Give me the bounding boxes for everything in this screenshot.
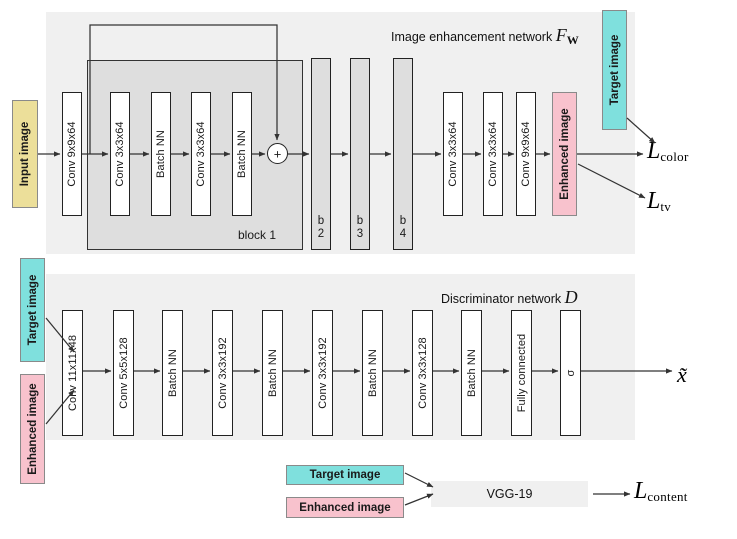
enhancement-network-title-text: Image enhancement network [391,30,553,44]
enh-tail-layer-conv3x3x64-a-label: Conv 3x3x64 [447,121,459,187]
disc-layer-batchnn-1: Batch NN [162,310,183,436]
vgg19-box: VGG-19 [431,481,588,507]
disc-layer-conv5x5x128: Conv 5x5x128 [113,310,134,436]
enh-res-layer-conv3x3x64-a-label: Conv 3x3x64 [114,121,126,187]
disc-layer-conv3x3x192-a: Conv 3x3x192 [212,310,233,436]
residual-block-3-label: b 3 [356,215,364,240]
disc-layer-batchnn-2-label: Batch NN [266,349,279,397]
residual-sum-node: + [267,143,288,164]
enh-layer-conv9x9x64-head-label: Conv 9x9x64 [66,121,78,187]
residual-block-1-label: block 1 [238,228,277,242]
enh-layer-conv9x9x64-head: Conv 9x9x64 [62,92,82,216]
disc-layer-fully-connected-label: Fully connected [515,333,528,413]
enh-res-layer-batchnn-a-label: Batch NN [155,130,167,178]
enhanced-image-chip-generator-label: Enhanced image [558,108,571,200]
enh-tail-layer-conv3x3x64-b-label: Conv 3x3x64 [487,121,499,187]
input-image-chip-label: Input image [19,121,31,187]
disc-layer-batchnn-3-label: Batch NN [366,349,379,397]
disc-layer-batchnn-3: Batch NN [362,310,383,436]
enhanced-image-chip-content: Enhanced image [286,497,404,518]
loss-content-symbol: L [634,478,648,504]
disc-layer-sigmoid: σ [560,310,581,436]
loss-tv: Ltv [647,188,671,215]
discriminator-network-title: Discriminator network D [441,287,578,308]
input-image-chip: Input image [12,100,38,208]
disc-layer-conv11x11x48: Conv 11x11x48 [62,310,83,436]
loss-tv-symbol: L [647,188,661,214]
enhancement-network-title-symbol-sub: W [566,33,579,47]
residual-block-4-label: b 4 [399,215,407,240]
discriminator-output-symbol: x̃ [677,362,687,387]
target-image-chip-discriminator-label: Target image [26,274,39,346]
enh-tail-layer-conv9x9x64: Conv 9x9x64 [516,92,536,216]
loss-color-subscript: color [660,149,689,164]
target-image-chip-color-loss: Target image [602,10,627,130]
enh-res-layer-batchnn-a: Batch NN [151,92,171,216]
enh-res-layer-conv3x3x64-b-label: Conv 3x3x64 [195,121,207,187]
enh-res-layer-batchnn-b: Batch NN [232,92,252,216]
enh-res-layer-conv3x3x64-a: Conv 3x3x64 [110,92,130,216]
loss-content-subscript: content [647,489,688,504]
disc-layer-batchnn-2: Batch NN [262,310,283,436]
enhanced-image-chip-generator: Enhanced image [552,92,577,216]
residual-block-2-label: b 2 [317,215,325,240]
target-image-chip-discriminator: Target image [20,258,45,362]
enhancement-network-title: Image enhancement network FW [391,25,579,48]
disc-layer-conv11x11x48-label: Conv 11x11x48 [66,334,79,412]
loss-color-symbol: L [647,138,661,164]
disc-layer-batchnn-4: Batch NN [461,310,482,436]
figure-canvas: Image enhancement network FW block 1 Inp… [0,0,737,539]
disc-layer-conv5x5x128-label: Conv 5x5x128 [117,337,130,409]
loss-content: Lcontent [634,478,688,505]
enh-tail-layer-conv3x3x64-b: Conv 3x3x64 [483,92,503,216]
vgg19-label: VGG-19 [486,487,533,501]
residual-sum-node-sign: + [273,146,282,161]
disc-layer-batchnn-1-label: Batch NN [166,349,179,397]
enhanced-image-chip-content-label: Enhanced image [299,501,391,514]
disc-layer-conv3x3x192-b-label: Conv 3x3x192 [316,337,329,409]
disc-layer-conv3x3x128: Conv 3x3x128 [412,310,433,436]
enhancement-network-title-symbol: F [555,25,567,45]
discriminator-network-title-text: Discriminator network [441,292,562,306]
discriminator-network-title-symbol: D [564,287,578,307]
target-image-chip-color-loss-label: Target image [608,34,621,106]
enh-tail-layer-conv3x3x64-a: Conv 3x3x64 [443,92,463,216]
loss-color: Lcolor [647,138,689,165]
enh-tail-layer-conv9x9x64-label: Conv 9x9x64 [520,121,532,187]
enhanced-image-chip-discriminator: Enhanced image [20,374,45,484]
disc-layer-batchnn-4-label: Batch NN [465,349,478,397]
residual-block-2: b 2 [311,58,331,250]
target-image-chip-content-label: Target image [309,469,381,481]
disc-layer-conv3x3x128-label: Conv 3x3x128 [416,337,429,409]
target-image-chip-content: Target image [286,465,404,485]
loss-tv-subscript: tv [660,199,672,214]
enh-res-layer-conv3x3x64-b: Conv 3x3x64 [191,92,211,216]
residual-block-3: b 3 [350,58,370,250]
disc-layer-sigmoid-label: σ [564,369,577,377]
enhanced-image-chip-discriminator-label: Enhanced image [26,383,39,475]
disc-layer-conv3x3x192-a-label: Conv 3x3x192 [216,337,229,409]
disc-layer-conv3x3x192-b: Conv 3x3x192 [312,310,333,436]
disc-layer-fully-connected: Fully connected [511,310,532,436]
enh-res-layer-batchnn-b-label: Batch NN [236,130,248,178]
residual-block-4: b 4 [393,58,413,250]
